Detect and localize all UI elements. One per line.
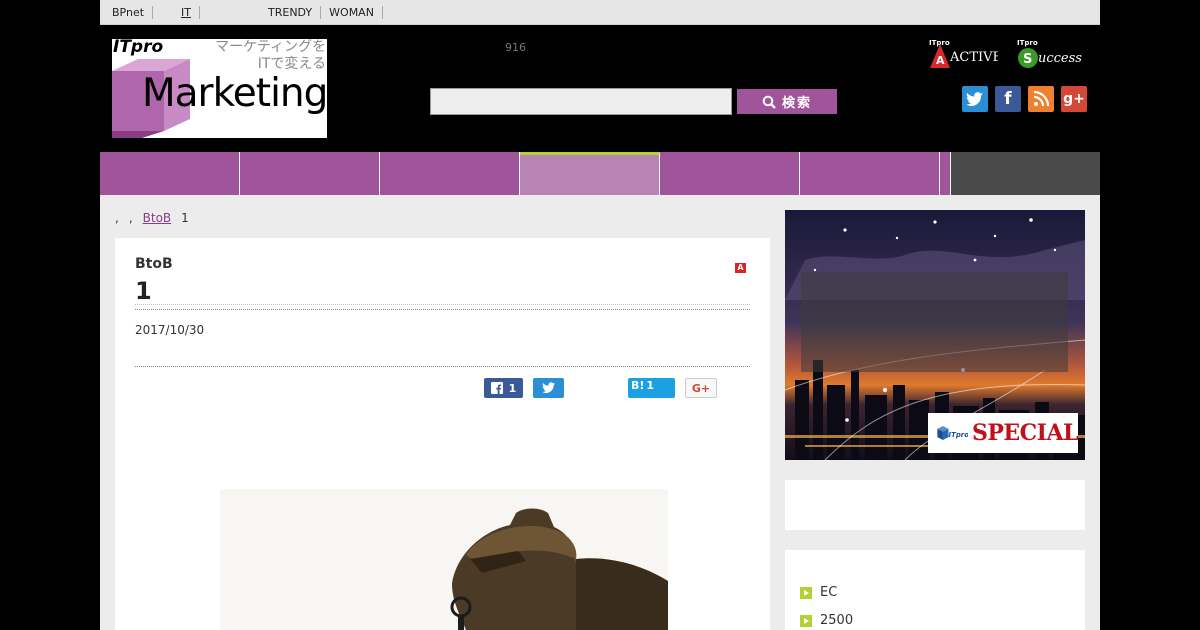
divider	[135, 304, 750, 305]
category-tab[interactable]	[380, 152, 520, 195]
category-tab[interactable]	[660, 152, 800, 195]
category-tab-active[interactable]	[520, 152, 660, 195]
itpro-wordmark: ITpro	[113, 39, 164, 57]
logo-marketing-word: Marketing	[142, 71, 327, 116]
sidebar-list-item-label: EC	[820, 585, 838, 600]
category-tab[interactable]	[240, 152, 380, 195]
facebook-share-button[interactable]: 1	[484, 378, 523, 398]
search-button[interactable]: 検索	[737, 89, 837, 114]
article-date: 2017/10/30	[135, 323, 205, 337]
svg-text:S: S	[1023, 52, 1032, 67]
itpro-success-badge[interactable]: ITpro S uccess	[1016, 38, 1091, 70]
tagline-line-1: マーケティングを	[215, 39, 326, 55]
category-navigation	[100, 152, 1100, 195]
sidebar-list-item[interactable]: 2500	[800, 613, 853, 628]
hatena-icon: B!	[631, 379, 645, 392]
google-plus-icon: G+	[691, 381, 711, 395]
svg-text:uccess: uccess	[1038, 51, 1082, 66]
breadcrumb: , , BtoB 1	[115, 211, 189, 225]
article-category: BtoB	[135, 256, 173, 272]
search-icon	[762, 95, 776, 109]
promo-overlay-box	[801, 272, 1068, 372]
twitter-share-button[interactable]	[533, 378, 564, 398]
category-tab-dark[interactable]	[951, 152, 1100, 195]
special-label: SPECIAL	[971, 420, 1079, 446]
main-content: , , BtoB 1 BtoB A 1 2017/10/30 1 B! 1 G+	[100, 195, 1100, 630]
itpro-cube-icon: ITpro	[937, 426, 968, 440]
visitor-counter: 916	[505, 41, 526, 54]
top-navigation: BPnet IT TRENDY WOMAN	[100, 0, 1100, 25]
special-promo-banner[interactable]: ITpro SPECIAL	[785, 210, 1085, 460]
google-plus-icon[interactable]: g+	[1061, 86, 1087, 112]
google-plus-share-button[interactable]: G+	[685, 378, 717, 398]
svg-text:ITpro: ITpro	[1017, 39, 1038, 47]
itpro-special-logo: ITpro SPECIAL	[928, 413, 1079, 453]
category-tab[interactable]	[800, 152, 940, 195]
facebook-icon	[490, 382, 503, 394]
breadcrumb-separator: ,	[115, 211, 119, 225]
divider	[135, 366, 750, 367]
rss-icon[interactable]	[1028, 86, 1054, 112]
sidebar-list-item[interactable]: EC	[800, 585, 837, 600]
facebook-share-count: 1	[508, 381, 517, 395]
svg-text:A: A	[936, 54, 945, 67]
arrow-right-icon	[800, 586, 812, 599]
topnav-link-bpnet[interactable]: BPnet	[104, 5, 154, 19]
article-image	[220, 489, 668, 630]
category-tab[interactable]	[100, 152, 240, 195]
search-input[interactable]	[430, 88, 732, 115]
site-header: ITpro マーケティングを ITで変える Marketing 916 検索 I…	[100, 26, 1100, 152]
article-card: BtoB A 1 2017/10/30 1 B! 1 G+	[115, 238, 770, 630]
detective-illustration	[450, 508, 668, 630]
sidebar-list-item-label: 2500	[820, 613, 854, 628]
breadcrumb-current: 1	[181, 211, 189, 225]
hatena-bookmark-button[interactable]: B! 1	[628, 378, 675, 398]
itpro-active-badge[interactable]: ITpro A ACTIVE	[928, 38, 998, 70]
search-button-label: 検索	[781, 96, 812, 111]
logo-tagline: マーケティングを ITで変える	[215, 39, 326, 73]
topnav-link-trendy[interactable]: TRENDY	[260, 5, 322, 19]
sidebar-box	[785, 480, 1085, 530]
article-title: 1	[135, 277, 152, 305]
breadcrumb-link-btob[interactable]: BtoB	[143, 211, 172, 225]
pdf-icon[interactable]: A	[735, 263, 746, 273]
svg-text:ITpro: ITpro	[949, 431, 968, 439]
facebook-icon[interactable]: f	[995, 86, 1021, 112]
twitter-icon[interactable]	[962, 86, 988, 112]
category-tab[interactable]	[940, 152, 951, 195]
divider	[135, 309, 750, 310]
site-logo[interactable]: ITpro マーケティングを ITで変える Marketing	[112, 39, 327, 138]
sidebar-link-list: EC 2500	[785, 550, 1085, 630]
svg-text:ACTIVE: ACTIVE	[949, 50, 998, 65]
hatena-count: 1	[646, 379, 655, 392]
topnav-link-it[interactable]: IT	[173, 5, 201, 19]
twitter-icon	[541, 382, 555, 394]
topnav-link-woman[interactable]: WOMAN	[321, 5, 383, 19]
arrow-right-icon	[800, 614, 812, 627]
breadcrumb-separator: ,	[128, 211, 133, 225]
